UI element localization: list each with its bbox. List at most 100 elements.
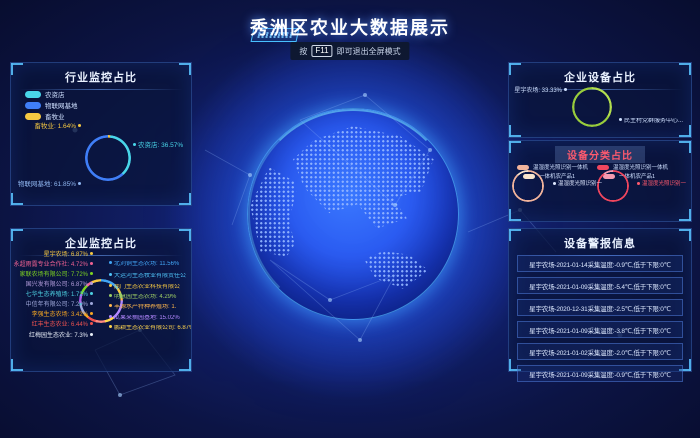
legend-item: 农资店 — [25, 89, 65, 99]
f11-key-badge: F11 — [311, 45, 332, 57]
panel-title: 设备警报信息 — [509, 229, 691, 251]
legend-label: 温湿度光照识别一体机 — [613, 163, 668, 171]
callout-text: 农资店: 36.57% — [138, 142, 183, 149]
callout-text: 丰源水产特种养殖场: 1. — [114, 304, 176, 310]
globe-landmass — [364, 251, 428, 289]
callout-text: 鹏颖生态农业有限公司: 6.87% — [114, 325, 191, 331]
panel-title: 企业设备占比 — [509, 63, 691, 85]
callout-text: 屈门生态农业科技有限公 — [114, 284, 180, 290]
callout-dot — [90, 292, 93, 295]
callout-dot — [90, 282, 93, 285]
panel-enterprise-monitoring: 企业监控占比 星宇农场: 6.87% 永超雨露专业合作社: 4.72% 家联农场… — [10, 228, 192, 372]
panel-title: 设备分类占比 — [555, 146, 645, 163]
legend-label: 一体机农产品1 — [539, 172, 575, 180]
callout-text: 家联农场有限公司: 7.72% — [20, 272, 88, 278]
callout-text: 永超雨露专业合作社: 4.72% — [14, 262, 88, 268]
globe-landmass — [250, 167, 298, 259]
alarm-row: 星宇农场-2020-12-31采集温度:-2.5℃,低于下限:0℃ — [517, 299, 683, 316]
callout-text: 红丰生态农业: 6.44% — [32, 322, 88, 328]
callout-dot — [637, 182, 640, 185]
callout-dot — [109, 261, 112, 264]
callout-dot — [109, 294, 112, 297]
chart-callout: 农资店: 36.57% — [131, 142, 183, 150]
alarm-row: 星宇农场-2021-01-09采集温度:-0.9℃,低于下限:0℃ — [517, 365, 683, 382]
panel-title: 行业监控占比 — [11, 63, 191, 85]
page-title: 秀洲区农业大数据展示 — [0, 14, 700, 40]
globe — [247, 108, 459, 320]
callout-dot — [109, 325, 112, 328]
callout-dot — [90, 262, 93, 265]
legend-item: 畜牧业 — [25, 111, 65, 121]
callout-dot — [90, 302, 93, 305]
alarm-row: 星宇农场-2021-01-09采集温度:-5.4℃,低于下限:0℃ — [517, 277, 683, 294]
callout-dot — [109, 315, 112, 318]
callout-text: 温湿度光照识别一 — [558, 181, 602, 187]
chart-callout: 国兴发有限公司: 6.87% — [13, 282, 95, 289]
chart-callout: 红丰生态农业: 6.44% — [13, 322, 95, 329]
legend-label: 农资店 — [45, 89, 65, 99]
fullscreen-hint: 按 F11 即可退出全屏模式 — [290, 42, 409, 60]
callout-dot — [90, 252, 93, 255]
chart-callout: 畜牧业: 1.64% — [19, 123, 83, 131]
callout-text: 畜牧业: 1.64% — [34, 123, 76, 130]
alarm-row: 星宇农场-2021-01-09采集温度:-3.8℃,低于下限:0℃ — [517, 321, 683, 338]
chart-callout: 明慧园生态农场: 4.29% — [107, 294, 191, 301]
industry-donut-chart — [85, 135, 131, 181]
chart-callout: 李强生态农场: 3.42% — [13, 312, 95, 319]
chart-callout: 瓜果采摘园基地: 15.02% — [107, 315, 191, 322]
alarm-row: 星宇农场-2021-01-02采集温度:-2.0℃,低于下限:0℃ — [517, 343, 683, 360]
chart-callout: 鹏颖生态农业有限公司: 6.87% — [107, 325, 191, 332]
callout-text: 物联网基地: 61.85% — [18, 181, 76, 188]
chart-callout: 中信年有限公司: 7.29% — [13, 302, 95, 309]
legend-swatch — [25, 91, 41, 98]
callout-dot — [109, 304, 112, 307]
panel-device-classification: 设备分类占比 温湿度光照识别一体机 一体机农产品1 温湿度光照识别一体机 一体机… — [508, 140, 692, 222]
callout-text: 红梅园生态农业: 7.3% — [29, 333, 88, 339]
hint-suffix: 即可退出全屏模式 — [337, 46, 401, 57]
legend-swatch — [597, 165, 609, 170]
chart-callout: 大运河生态牧业有限责任公 — [107, 273, 191, 280]
alarm-row: 星宇农场-2021-01-14采集温度:-0.9℃,低于下限:0℃ — [517, 255, 683, 272]
chart-callout: 北刘铜生态农场: 11.56% — [107, 261, 191, 268]
panel-industry-monitoring: 行业监控占比 农资店 物联网基地 畜牧业 畜牧业: 1.64% 农资店: 36.… — [10, 62, 192, 206]
legend-label: 物联网基地 — [45, 100, 78, 110]
callout-dot — [78, 182, 81, 185]
callout-text: 明慧园生态农场: 4.29% — [114, 294, 176, 300]
chart-callout: 红梅园生态农业: 7.3% — [13, 333, 95, 340]
chart-callout: 永超雨露专业合作社: 4.72% — [13, 262, 95, 269]
callout-text: 中信年有限公司: 7.29% — [26, 302, 88, 308]
panel-device-alarms: 设备警报信息 星宇农场-2021-01-14采集温度:-0.9℃,低于下限:0℃… — [508, 228, 692, 372]
chart-callout: 物联网基地: 61.85% — [15, 181, 83, 189]
chart-callout: 民主村党群服务中心... — [617, 118, 689, 125]
callout-text: 李强生态农场: 3.42% — [32, 312, 88, 318]
chart-callout: 家联农场有限公司: 7.72% — [13, 272, 95, 279]
legend-swatch — [25, 102, 41, 109]
callout-dot — [78, 124, 81, 127]
hint-prefix: 按 — [299, 46, 307, 57]
callout-dot — [90, 322, 93, 325]
callout-dot — [90, 272, 93, 275]
panel-device-ratio: 企业设备占比 星宇农场: 33.33% 民主村党群服务中心... — [508, 62, 692, 138]
callout-dot — [109, 284, 112, 287]
legend-label: 温湿度光照识别一体机 — [533, 163, 588, 171]
alarm-list: 星宇农场-2021-01-14采集温度:-0.9℃,低于下限:0℃ 星宇农场-2… — [517, 255, 683, 387]
callout-dot — [619, 118, 622, 121]
chart-callout: 丰源水产特种养殖场: 1. — [107, 304, 191, 311]
callout-dot — [90, 333, 93, 336]
globe-landmass — [282, 121, 440, 249]
chart-callout: 温湿度光照识别一 — [635, 180, 686, 188]
panel-title-wrap: 设备分类占比 — [509, 141, 691, 164]
callout-dot — [90, 312, 93, 315]
callout-dot — [109, 273, 112, 276]
chart-callout: 屈门生态农业科技有限公 — [107, 284, 191, 291]
chart-callout: 星宇农场: 6.87% — [13, 252, 95, 259]
callout-text: 大运河生态牧业有限责任公 — [114, 273, 186, 279]
chart-callout: 星宇农场: 33.33% — [511, 88, 569, 95]
callout-dot — [564, 88, 567, 91]
device-class-left-donut — [512, 170, 544, 202]
legend-label: 畜牧业 — [45, 111, 65, 121]
callout-text: 北刘铜生态农场: 11.56% — [114, 261, 179, 267]
callout-text: 国兴发有限公司: 6.87% — [26, 282, 88, 288]
callout-dot — [133, 143, 136, 146]
legend-swatch — [25, 113, 41, 120]
